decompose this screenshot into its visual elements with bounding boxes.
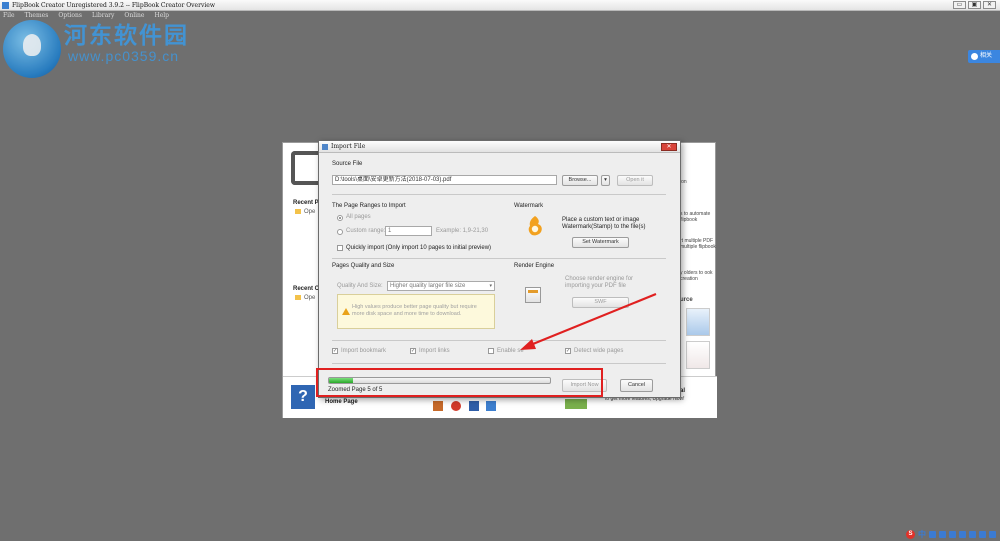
punctuation-icon[interactable] xyxy=(939,531,946,538)
shirt-icon[interactable] xyxy=(979,531,986,538)
sogou-icon[interactable]: S xyxy=(906,530,915,539)
system-tray: S 中 xyxy=(906,529,996,540)
mic-icon[interactable] xyxy=(949,531,956,538)
user-icon[interactable] xyxy=(969,531,976,538)
moon-icon[interactable] xyxy=(929,531,936,538)
keyboard-icon[interactable] xyxy=(959,531,966,538)
ime-indicator[interactable]: 中 xyxy=(918,529,926,540)
wrench-icon[interactable] xyxy=(989,531,996,538)
annotation-arrow xyxy=(520,292,657,350)
